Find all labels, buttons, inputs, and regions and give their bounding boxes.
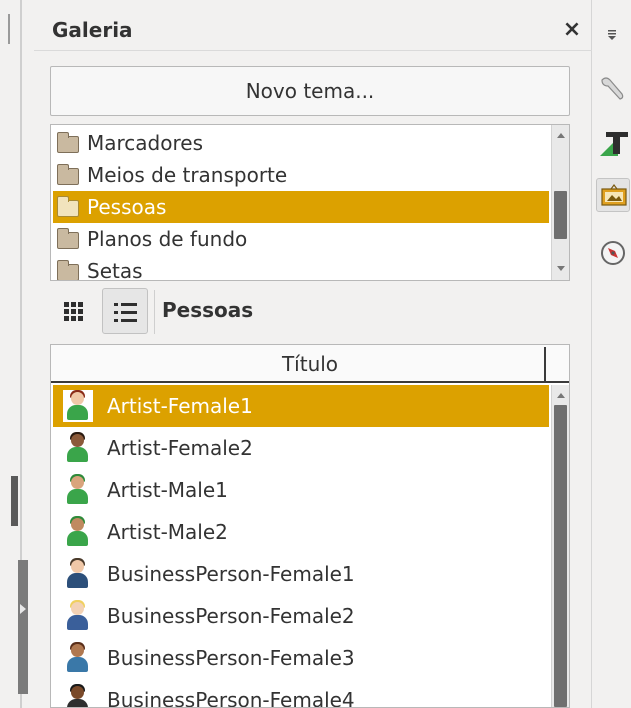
tab-styles[interactable]	[596, 126, 630, 160]
view-toolbar: Pessoas	[50, 288, 570, 334]
column-resize-handle[interactable]	[544, 347, 546, 381]
row-label: Artist-Female2	[107, 436, 253, 460]
row-label: BusinessPerson-Female4	[107, 688, 355, 708]
table-row[interactable]: Artist-Male1	[53, 469, 549, 511]
toolbar-divider	[154, 290, 155, 334]
theme-item-setas[interactable]: Setas	[53, 255, 549, 281]
styles-icon	[600, 132, 628, 156]
detailed-view-button[interactable]	[102, 288, 148, 334]
artist-male-icon	[63, 474, 93, 506]
menu-icon	[608, 30, 616, 40]
table-row[interactable]: Artist-Female2	[53, 427, 549, 469]
theme-label: Setas	[87, 259, 143, 281]
table-row[interactable]: BusinessPerson-Female2	[53, 595, 549, 637]
scroll-down-icon[interactable]	[557, 266, 565, 271]
sidebar-menu-button[interactable]	[596, 18, 630, 52]
gallery-items-table[interactable]: Título Artist-Female1 Artist-Female2 Art…	[50, 344, 570, 708]
businessperson-female-icon	[63, 600, 93, 632]
theme-label: Planos de fundo	[87, 227, 248, 251]
theme-list[interactable]: Marcadores Meios de transporte Pessoas P…	[50, 124, 570, 281]
gallery-deck: Galeria × Novo tema... Marcadores Meios …	[34, 0, 592, 708]
current-theme-title: Pessoas	[162, 298, 254, 322]
theme-item-meios-de-transporte[interactable]: Meios de transporte	[53, 159, 549, 191]
row-label: BusinessPerson-Female1	[107, 562, 355, 586]
folder-icon	[57, 196, 79, 217]
collapse-handle[interactable]	[18, 560, 28, 694]
tab-properties[interactable]	[596, 72, 630, 106]
tab-gallery[interactable]	[596, 178, 630, 212]
gallery-icon	[601, 184, 627, 206]
artist-male-icon	[63, 516, 93, 548]
businessperson-female-icon	[63, 642, 93, 674]
row-label: Artist-Male2	[107, 520, 228, 544]
theme-item-planos-de-fundo[interactable]: Planos de fundo	[53, 223, 549, 255]
folder-icon	[57, 260, 79, 280]
sidebar-tab-bar	[594, 0, 631, 708]
column-header-title[interactable]: Título	[51, 345, 569, 383]
deck-divider	[34, 50, 592, 51]
grid-icon	[64, 302, 84, 321]
artist-female-icon	[63, 390, 93, 422]
theme-item-pessoas[interactable]: Pessoas	[53, 191, 549, 223]
items-scrollbar[interactable]	[551, 385, 569, 707]
table-row[interactable]: BusinessPerson-Female1	[53, 553, 549, 595]
businessperson-female-icon	[63, 684, 93, 707]
expand-arrow-icon[interactable]	[20, 604, 26, 614]
artist-female-icon	[63, 432, 93, 464]
list-icon	[114, 302, 138, 322]
column-header-label: Título	[281, 352, 339, 376]
tab-navigator[interactable]	[596, 236, 630, 270]
row-label: Artist-Female1	[107, 394, 253, 418]
scroll-up-icon[interactable]	[557, 393, 565, 398]
theme-label: Marcadores	[87, 131, 203, 155]
theme-label: Meios de transporte	[87, 163, 288, 187]
icon-view-button[interactable]	[52, 288, 98, 334]
businessperson-female-icon	[63, 558, 93, 590]
scrollbar-thumb[interactable]	[554, 191, 567, 239]
theme-item-marcadores[interactable]: Marcadores	[53, 127, 549, 159]
splitter-tick	[8, 14, 10, 44]
document-scrollbar[interactable]	[11, 476, 18, 526]
table-row[interactable]: BusinessPerson-Female3	[53, 637, 549, 679]
table-row[interactable]: Artist-Female1	[53, 385, 549, 427]
left-splitter[interactable]	[0, 0, 30, 708]
navigator-icon	[601, 241, 625, 265]
row-label: BusinessPerson-Female2	[107, 604, 355, 628]
properties-icon	[601, 77, 624, 100]
row-label: Artist-Male1	[107, 478, 228, 502]
close-icon[interactable]: ×	[560, 18, 584, 42]
row-label: BusinessPerson-Female3	[107, 646, 355, 670]
new-theme-button[interactable]: Novo tema...	[50, 66, 570, 116]
folder-icon	[57, 164, 79, 185]
scroll-up-icon[interactable]	[557, 133, 565, 138]
theme-label: Pessoas	[87, 195, 167, 219]
deck-title: Galeria	[52, 18, 133, 42]
folder-icon	[57, 228, 79, 249]
folder-icon	[57, 132, 79, 153]
table-row[interactable]: BusinessPerson-Female4	[53, 679, 549, 708]
table-row[interactable]: Artist-Male2	[53, 511, 549, 553]
theme-list-scrollbar[interactable]	[551, 125, 569, 280]
scrollbar-thumb[interactable]	[554, 405, 567, 707]
